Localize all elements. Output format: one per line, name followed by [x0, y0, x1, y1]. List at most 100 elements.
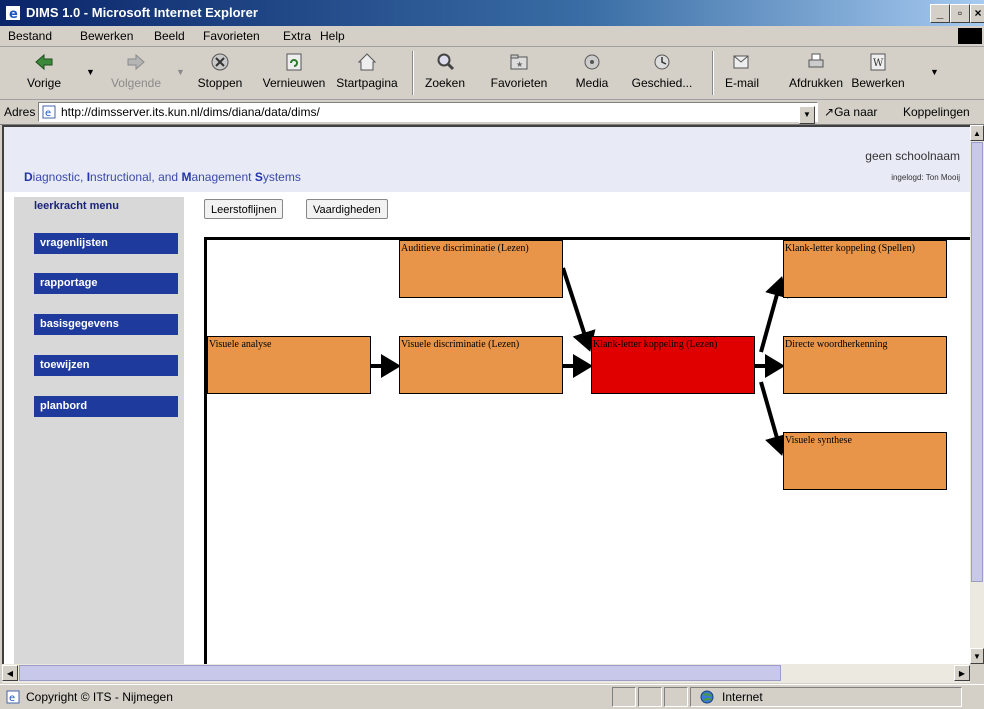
go-arrow-icon: ↗ — [824, 105, 835, 119]
page-content: geen schoolnaam ingelogd: Ton Mooij Diag… — [2, 125, 970, 666]
menu-help[interactable]: Help — [320, 29, 345, 43]
title-bar: e DIMS 1.0 - Microsoft Internet Explorer… — [0, 0, 984, 26]
svg-text:W: W — [873, 58, 884, 69]
mail-icon — [733, 55, 749, 69]
node-visuele-analyse[interactable]: Visuele analyse — [207, 336, 371, 394]
sidebar: leerkracht menu vragenlijsten rapportage… — [14, 197, 184, 666]
menu-favorites[interactable]: Favorieten — [203, 29, 260, 43]
sidebar-item-rapportage[interactable]: rapportage — [34, 273, 178, 294]
arrow-klank-letter-to-spellen — [759, 276, 789, 353]
address-dropdown-icon[interactable]: ▼ — [799, 106, 815, 124]
favorites-folder-icon: ★ — [510, 54, 528, 70]
printer-icon — [808, 53, 824, 68]
address-label: Adres — [4, 105, 36, 119]
edit-button[interactable]: W Bewerken — [850, 50, 906, 96]
menu-view[interactable]: Beeld — [154, 29, 185, 43]
forward-arrow-icon — [127, 53, 145, 71]
brand-title: Diagnostic, Instructional, and Managemen… — [24, 170, 301, 184]
status-panel — [612, 687, 636, 707]
status-panel — [664, 687, 688, 707]
back-arrow-icon — [35, 53, 53, 71]
print-button[interactable]: Afdrukken — [786, 50, 846, 96]
back-dropdown-icon[interactable]: ▼ — [86, 67, 95, 77]
node-visuele-synthese[interactable]: Visuele synthese — [783, 432, 947, 490]
toolbar: Vorige ▼ Volgende ▼ Stoppen Vernieuwen S… — [0, 47, 984, 100]
svg-text:e: e — [9, 7, 18, 21]
page-header: geen schoolnaam ingelogd: Ton Mooij Diag… — [4, 127, 970, 192]
menu-file[interactable]: Bestand — [8, 29, 52, 43]
menu-tools[interactable]: Extra — [283, 29, 311, 43]
history-icon — [654, 54, 670, 70]
logged-in-user: ingelogd: Ton Mooij — [891, 173, 960, 182]
arrow-auditieve-to-klank-letter — [561, 267, 596, 352]
arrow-klank-letter-to-synthese — [759, 381, 789, 456]
status-bar: e Copyright © ITS - Nijmegen Internet — [0, 684, 984, 709]
status-panel — [638, 687, 662, 707]
node-klank-letter-lezen[interactable]: Klank-letter koppeling (Lezen) — [591, 336, 755, 394]
sidebar-item-planbord[interactable]: planbord — [34, 396, 178, 417]
svg-text:★: ★ — [516, 60, 523, 69]
page-done-icon: e — [6, 690, 20, 704]
sidebar-item-basisgegevens[interactable]: basisgegevens — [34, 314, 178, 335]
back-button[interactable]: Vorige — [22, 50, 66, 96]
address-bar: Adres e http://dimsserver.its.kun.nl/dim… — [0, 100, 984, 125]
window-title: DIMS 1.0 - Microsoft Internet Explorer — [26, 5, 258, 20]
home-button[interactable]: Startpagina — [334, 50, 400, 96]
stop-icon — [211, 53, 229, 71]
stop-button[interactable]: Stoppen — [193, 50, 247, 96]
sidebar-item-vragenlijsten[interactable]: vragenlijsten — [34, 233, 178, 254]
node-klank-letter-spellen[interactable]: Klank-letter koppeling (Spellen) — [783, 240, 947, 298]
search-icon — [437, 53, 455, 71]
node-visuele-discriminatie[interactable]: Visuele discriminatie (Lezen) — [399, 336, 563, 394]
go-button[interactable]: ↗Ga naar — [824, 105, 877, 119]
address-input[interactable]: e http://dimsserver.its.kun.nl/dims/dian… — [38, 102, 818, 124]
scroll-down-icon[interactable]: ▼ — [970, 648, 984, 664]
refresh-button[interactable]: Vernieuwen — [258, 50, 330, 96]
school-name: geen schoolnaam — [865, 149, 960, 163]
minimize-button[interactable]: _ — [930, 4, 950, 23]
internet-explorer-icon: e — [6, 6, 20, 21]
globe-icon — [700, 690, 714, 704]
search-button[interactable]: Zoeken — [420, 50, 470, 96]
address-url: http://dimsserver.its.kun.nl/dims/diana/… — [61, 105, 320, 119]
home-icon — [357, 53, 377, 71]
page-icon: e — [42, 105, 56, 119]
maximize-button[interactable]: ▫ — [950, 4, 970, 23]
horizontal-scroll-thumb[interactable] — [19, 665, 781, 681]
windows-logo-icon — [958, 28, 982, 44]
sidebar-title: leerkracht menu — [34, 200, 119, 212]
menu-bar: Bestand Bewerken Beeld Favorieten Extra … — [0, 26, 984, 47]
toolbar-separator — [412, 51, 414, 95]
horizontal-scrollbar[interactable]: ◀ ▶ — [2, 664, 970, 683]
status-text: Copyright © ITS - Nijmegen — [26, 690, 173, 704]
svg-text:e: e — [9, 693, 15, 704]
sidebar-item-toewijzen[interactable]: toewijzen — [34, 355, 178, 376]
vertical-scroll-thumb[interactable] — [971, 142, 983, 582]
node-auditieve-discriminatie[interactable]: Auditieve discriminatie (Lezen) — [399, 240, 563, 298]
tab-vaardigheden[interactable]: Vaardigheden — [306, 199, 388, 219]
refresh-icon — [286, 53, 302, 71]
media-icon — [584, 54, 600, 70]
mail-button[interactable]: E-mail — [720, 50, 764, 96]
menu-edit[interactable]: Bewerken — [80, 29, 133, 43]
links-button[interactable]: Koppelingen — [903, 105, 970, 119]
security-zone: Internet — [722, 690, 763, 704]
scroll-left-icon[interactable]: ◀ — [2, 665, 18, 681]
forward-button[interactable]: Volgende — [104, 50, 168, 96]
edit-dropdown-icon[interactable]: ▼ — [930, 67, 939, 77]
vertical-scrollbar[interactable]: ▲ ▼ — [970, 125, 984, 664]
tab-bar: Leerstoflijnen Vaardigheden — [192, 197, 970, 227]
toolbar-separator — [712, 51, 714, 95]
media-button[interactable]: Media — [570, 50, 614, 96]
svg-text:e: e — [45, 108, 51, 119]
scroll-right-icon[interactable]: ▶ — [954, 665, 970, 681]
tab-leerstoflijnen[interactable]: Leerstoflijnen — [204, 199, 284, 219]
skills-diagram: Auditieve discriminatie (Lezen) Klank-le… — [204, 237, 970, 666]
history-button[interactable]: Geschied... — [620, 50, 704, 96]
node-directe-woordherkenning[interactable]: Directe woordherkenning — [783, 336, 947, 394]
close-button[interactable]: × — [970, 4, 984, 23]
favorites-button[interactable]: ★ Favorieten — [486, 50, 552, 96]
scroll-up-icon[interactable]: ▲ — [970, 125, 984, 141]
word-document-icon: W — [870, 53, 886, 71]
forward-dropdown-icon[interactable]: ▼ — [176, 67, 185, 77]
